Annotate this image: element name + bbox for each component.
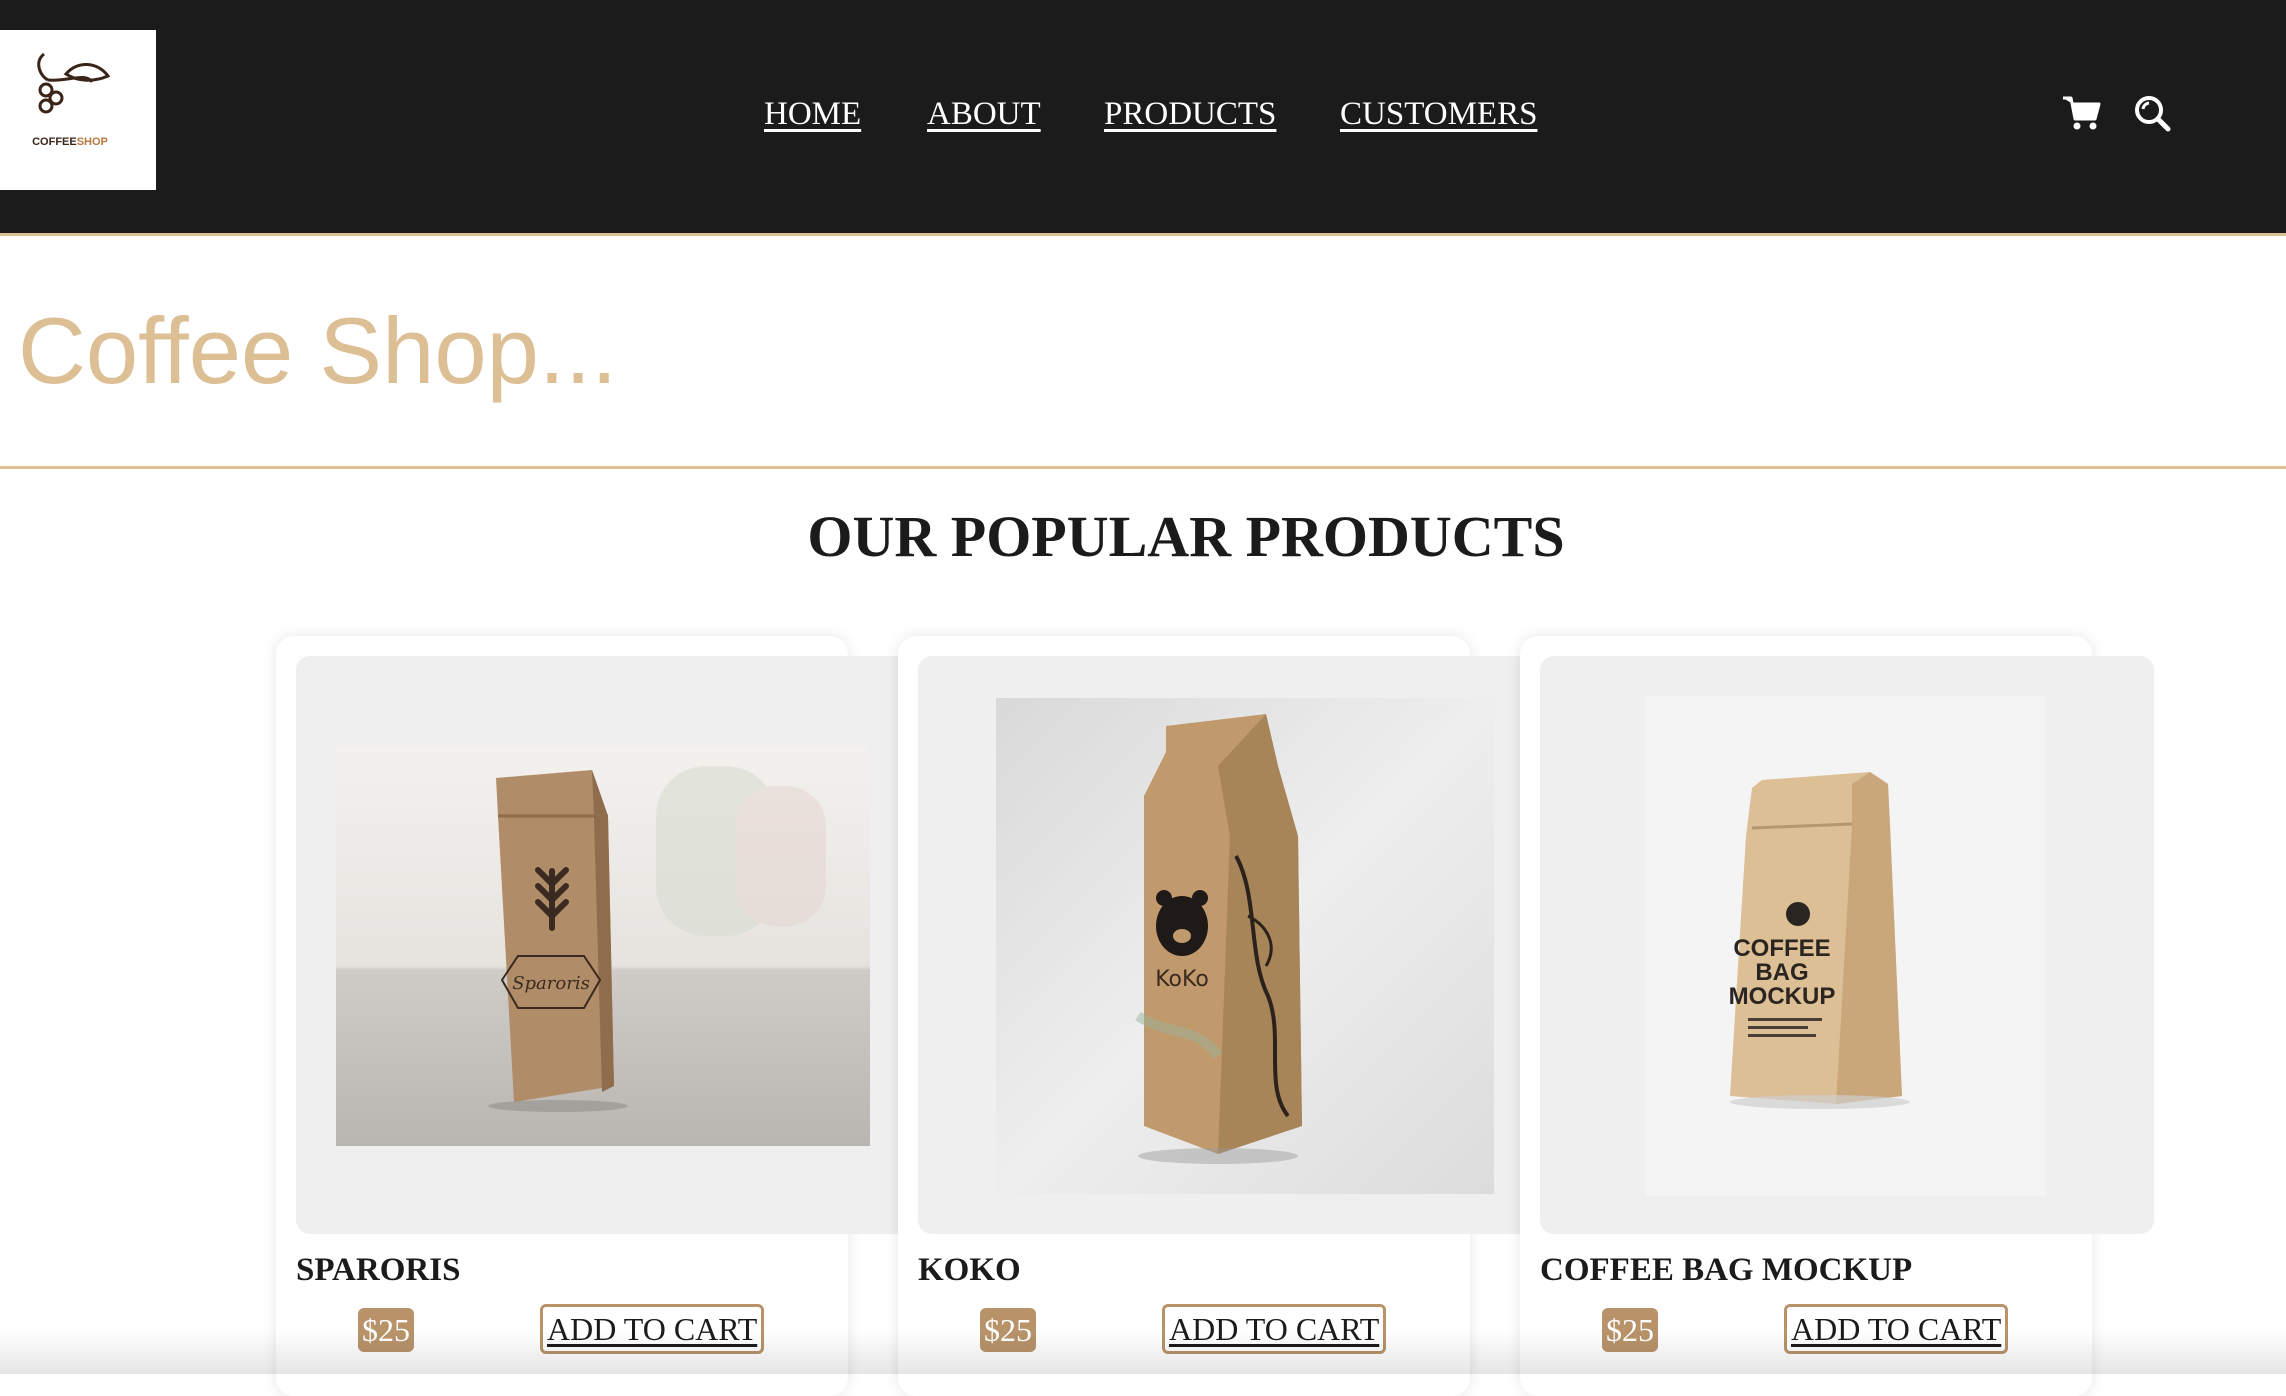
bag-label: KoKo [1155,967,1209,992]
nav-products[interactable]: PRODUCTS [1104,88,1276,140]
price-badge: $25 [1602,1308,1658,1352]
hero-title: Coffee Shop... [18,298,618,403]
coffee-branch-icon [37,52,111,114]
price-badge: $25 [358,1308,414,1352]
product-card: KoKo KOKO $25 ADD TO CART [898,636,1532,1396]
product-image: KoKo [996,698,1494,1194]
add-to-cart-button[interactable]: ADD TO CART [1162,1304,1387,1354]
nav-home[interactable]: HOME [764,88,861,140]
add-to-cart-button[interactable]: ADD TO CART [540,1304,765,1354]
product-name: SPARORIS [296,1252,461,1288]
cart-icon[interactable] [2062,95,2102,131]
product-image-frame: Sparoris [296,656,910,1234]
add-to-cart-button[interactable]: ADD TO CART [1784,1304,2009,1354]
product-image: Sparoris [336,746,870,1146]
nav-about[interactable]: ABOUT [927,88,1041,140]
price-badge: $25 [980,1308,1036,1352]
logo-text: COFFEESHOP [32,136,108,148]
product-image-frame: KoKo [918,656,1532,1234]
product-name: KOKO [918,1252,1021,1288]
search-icon[interactable] [2132,93,2172,133]
site-header: COFFEESHOP HOME ABOUT PRODUCTS CUSTOMERS [0,0,2286,236]
bag-label: BAG [1755,959,1808,986]
product-image-frame: COFFEE BAG MOCKUP [1540,656,2154,1234]
product-card: COFFEE BAG MOCKUP COFFEE BAG MOCKUP $25 … [1520,636,2154,1396]
bag-label: MOCKUP [1729,983,1836,1010]
product-name: COFFEE BAG MOCKUP [1540,1252,1913,1288]
product-image: COFFEE BAG MOCKUP [1646,696,2046,1196]
hero-banner: Coffee Shop... [0,236,2286,469]
bag-label: Sparoris [512,973,590,994]
product-card: Sparoris SPARORIS $25 ADD TO CART [276,636,910,1396]
nav-customers[interactable]: CUSTOMERS [1340,88,1537,140]
logo[interactable]: COFFEESHOP [0,30,156,190]
bag-label: COFFEE [1733,935,1830,962]
section-title: OUR POPULAR PRODUCTS [807,504,1565,569]
